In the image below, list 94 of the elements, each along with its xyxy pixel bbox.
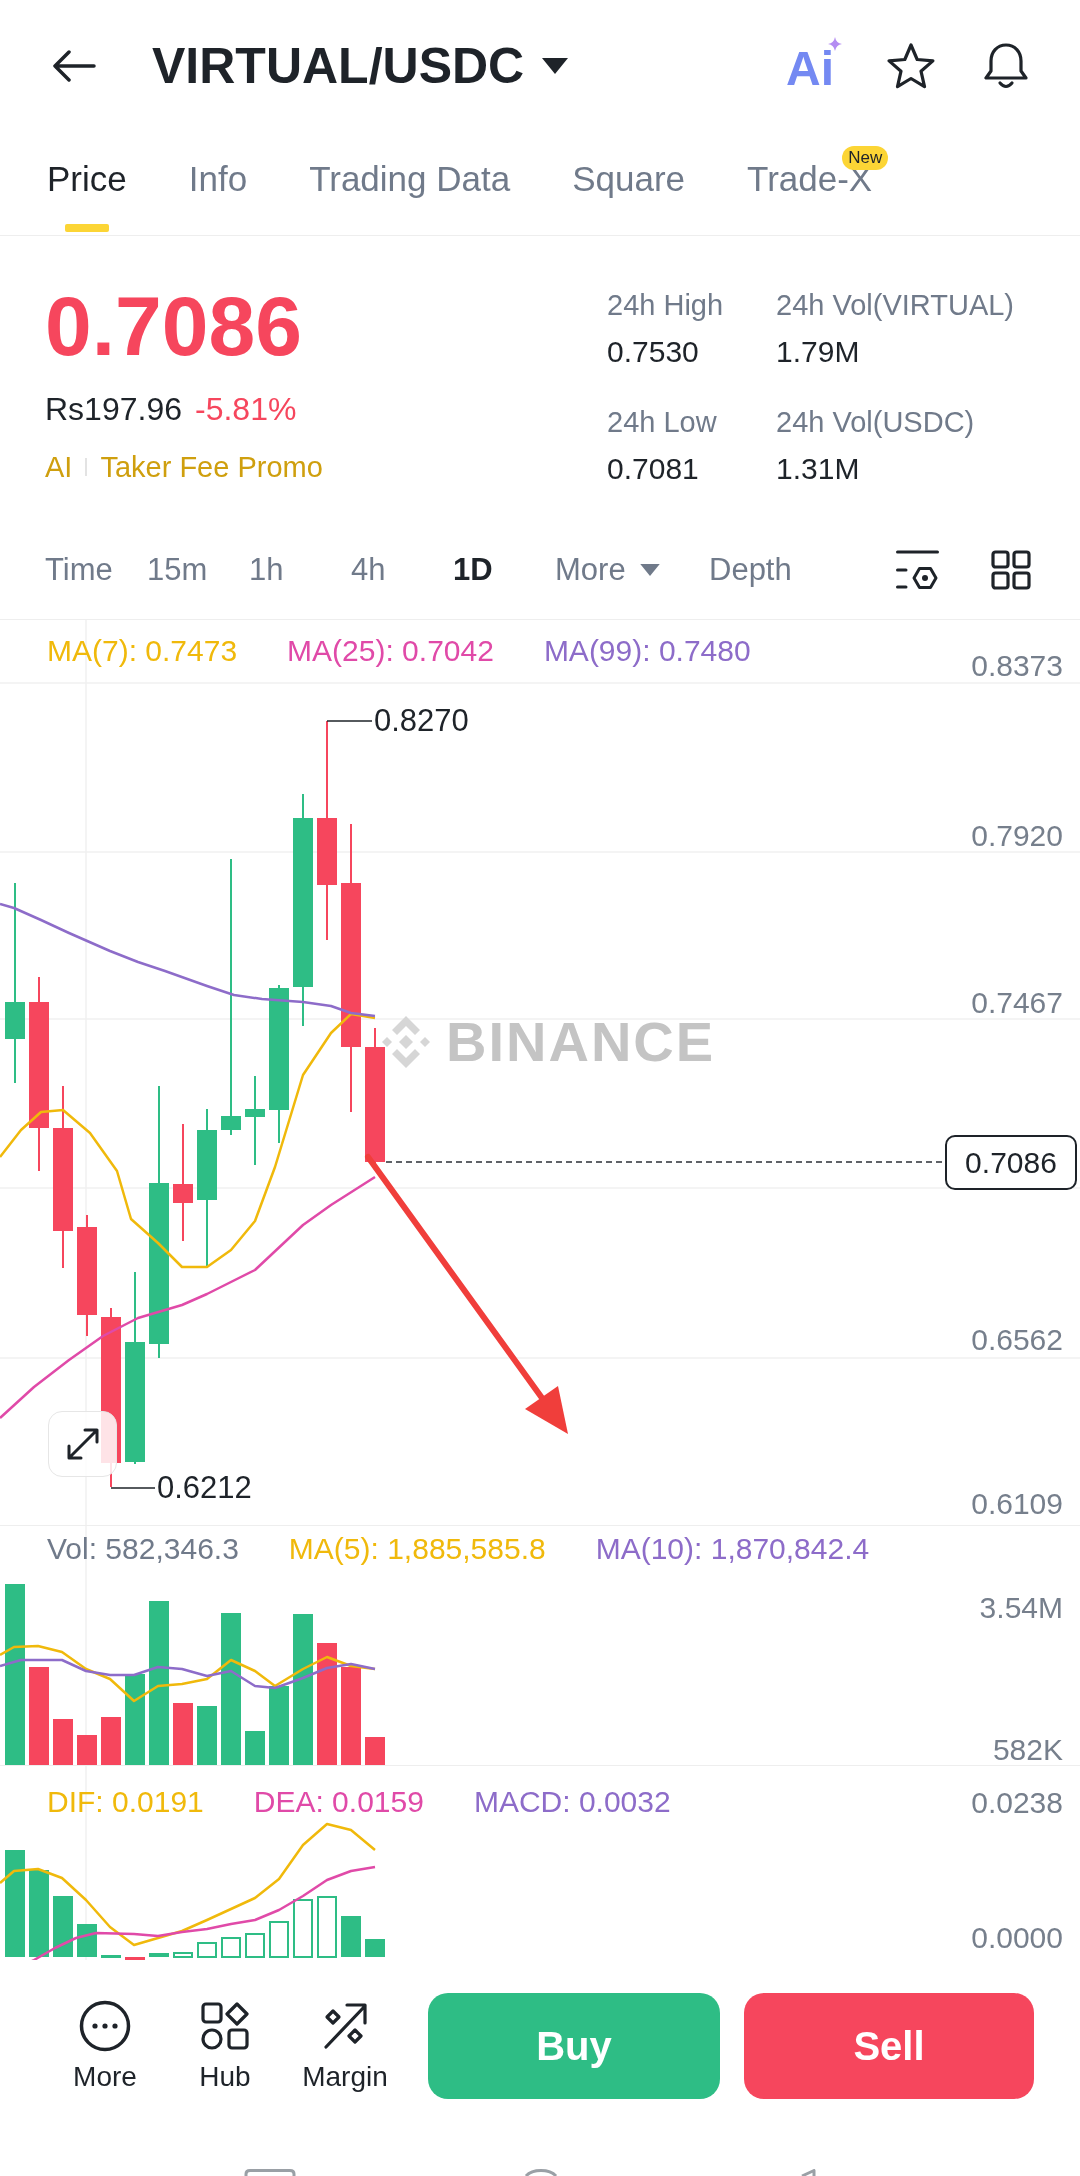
legend-label: MACD: 0.0032 xyxy=(473,1784,671,1820)
histogram-bar xyxy=(125,1957,145,1960)
legend-label: DEA: 0.0159 xyxy=(253,1784,424,1820)
shortcut-button[interactable]: More xyxy=(45,2002,165,2093)
last-price: 0.7086 xyxy=(45,284,303,368)
legend-label: MA(7): 0.7473 xyxy=(47,633,238,669)
tab[interactable]: Info xyxy=(188,132,248,235)
watermark-text: BINANCE xyxy=(446,1014,716,1070)
shapes-icon xyxy=(201,2002,249,2050)
last-price-tag: 0.7086 xyxy=(945,1135,1077,1190)
pair-selector[interactable]: VIRTUAL/USDC xyxy=(152,36,569,96)
diamond-logo-icon xyxy=(382,1016,430,1068)
stat-value: 0.7530 xyxy=(607,334,700,370)
interval-option[interactable]: 4h xyxy=(351,549,453,590)
axis-label: 0.7920 xyxy=(971,818,1063,854)
tag-link[interactable]: Taker Fee Promo xyxy=(100,449,323,485)
legend-label: DIF: 0.0191 xyxy=(47,1784,204,1820)
histogram-bar xyxy=(53,1896,73,1957)
low-price-label: 0.6212 xyxy=(157,1470,252,1506)
price-change: -5.81% xyxy=(195,390,297,429)
histogram-bar xyxy=(197,1942,217,1958)
tag-link[interactable]: AI xyxy=(45,449,73,485)
expand-button[interactable] xyxy=(48,1411,117,1477)
volume-bar xyxy=(197,1706,217,1766)
axis-label: 0.6562 xyxy=(971,1322,1063,1358)
sell-button[interactable]: Sell xyxy=(744,1993,1034,2099)
more-icon xyxy=(79,2000,131,2052)
fiat-price: Rs197.96 xyxy=(45,390,182,429)
axis-label: 0.6109 xyxy=(971,1486,1063,1522)
tab[interactable]: Price xyxy=(47,132,127,235)
stat-value: 1.79M xyxy=(776,334,861,370)
tab-indicator xyxy=(64,224,109,232)
histogram-bar xyxy=(77,1924,97,1957)
sparkle-icon xyxy=(828,37,842,51)
star-icon[interactable] xyxy=(886,42,936,90)
expand-icon xyxy=(65,1427,100,1461)
histogram-bar xyxy=(149,1953,169,1957)
legend-label: MA(99): 0.7480 xyxy=(543,633,751,669)
buy-button[interactable]: Buy xyxy=(428,1993,720,2099)
interval-option[interactable]: 15m xyxy=(147,549,249,590)
histogram-bar xyxy=(221,1937,241,1958)
diagonal-arrow-icon xyxy=(322,2002,368,2050)
histogram-bar xyxy=(317,1896,337,1958)
axis-label: 0.8373 xyxy=(971,648,1063,684)
home-icon[interactable] xyxy=(523,2169,559,2176)
chart-settings-icon[interactable] xyxy=(896,549,939,590)
histogram-bar xyxy=(173,1952,193,1958)
axis-label: 0.0000 xyxy=(971,1920,1063,1956)
grid-icon[interactable] xyxy=(991,549,1031,590)
recent-apps-icon[interactable] xyxy=(244,2169,296,2176)
interval-dropdown[interactable]: More xyxy=(555,549,709,590)
axis-label: 582K xyxy=(992,1732,1063,1768)
stat-label: 24h Low xyxy=(607,405,718,440)
tab[interactable]: Square xyxy=(572,132,686,235)
stat-value: 1.31M xyxy=(776,451,861,487)
axis-label: 0.7467 xyxy=(971,985,1063,1021)
caret-down-icon xyxy=(542,58,569,74)
tab[interactable]: Trading Data xyxy=(309,132,511,235)
volume-bar xyxy=(173,1703,193,1766)
histogram-bar xyxy=(293,1899,313,1958)
volume-bar xyxy=(245,1731,265,1766)
interval-option[interactable]: Time xyxy=(45,549,147,590)
histogram-bar xyxy=(101,1955,121,1958)
leader-line xyxy=(110,1487,156,1489)
volume-bar xyxy=(365,1737,385,1766)
histogram-bar xyxy=(269,1921,289,1958)
histogram-bar xyxy=(245,1933,265,1958)
legend-label: Vol: 582,346.3 xyxy=(47,1531,239,1567)
interval-option[interactable]: 1h xyxy=(249,549,351,590)
new-badge: New xyxy=(842,146,889,170)
stat-label: 24h Vol(VIRTUAL) xyxy=(776,288,1015,323)
ai-button[interactable]: Ai xyxy=(786,37,842,95)
back-icon[interactable] xyxy=(799,2169,817,2176)
histogram-bar xyxy=(365,1939,385,1957)
legend-label: MA(5): 1,885,585.8 xyxy=(288,1531,546,1567)
axis-label: 3.54M xyxy=(979,1590,1063,1626)
interval-option[interactable]: 1D xyxy=(453,549,555,590)
histogram-bar xyxy=(341,1916,361,1957)
legend-label: MA(10): 1,870,842.4 xyxy=(595,1531,870,1567)
interval-option[interactable]: Depth xyxy=(709,549,811,590)
back-arrow-icon xyxy=(52,50,96,82)
leader-line xyxy=(326,720,373,722)
volume-bar xyxy=(53,1719,73,1766)
shortcut-button[interactable]: Hub xyxy=(165,2002,285,2093)
volume-bar xyxy=(77,1735,97,1766)
axis-label: 0.0238 xyxy=(971,1785,1063,1821)
high-price-label: 0.8270 xyxy=(374,703,469,739)
shortcut-button[interactable]: Margin xyxy=(285,2002,405,2093)
legend-label: MA(25): 0.7042 xyxy=(287,633,494,669)
stat-value: 0.7081 xyxy=(607,451,700,487)
volume-bar xyxy=(101,1717,121,1766)
caret-down-icon xyxy=(639,563,660,576)
stat-label: 24h Vol(USDC) xyxy=(776,405,976,440)
stat-label: 24h High xyxy=(607,288,725,323)
